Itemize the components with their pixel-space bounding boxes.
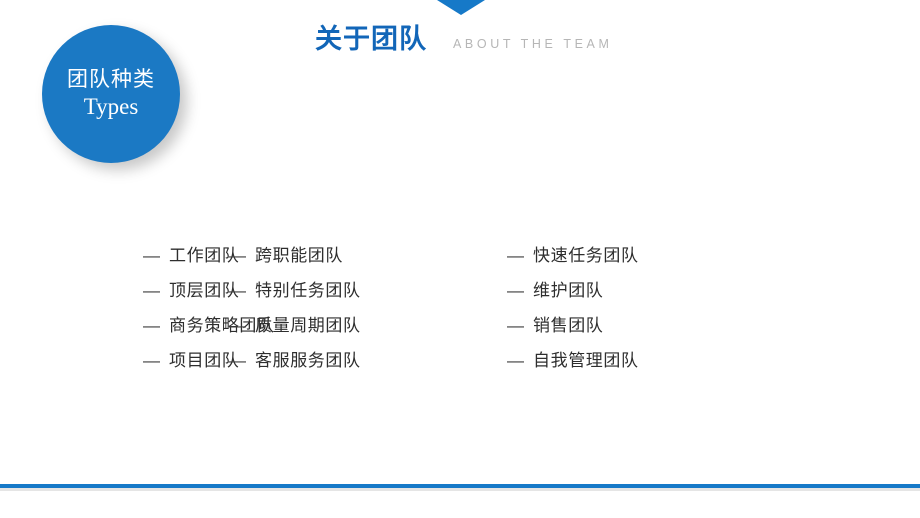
list-item: — 特别任务团队 (229, 273, 462, 308)
team-types-column-1: — 工作团队 — 顶层团队 — 商务策略团队 — 项目团队 (0, 238, 274, 378)
list-item: — 快速任务团队 (507, 238, 762, 273)
list-item-label: 快速任务团队 (533, 246, 639, 265)
list-item: — 商务策略团队 (143, 308, 274, 343)
list-item: — 跨职能团队 (229, 238, 462, 273)
list-item: — 项目团队 (143, 343, 239, 378)
list-item: — 工作团队 (143, 238, 239, 273)
list-item-label: 跨职能团队 (255, 246, 343, 265)
badge-label-english: Types (83, 94, 139, 120)
team-types-column-3: — 快速任务团队 — 维护团队 — 销售团队 — 自我管理团队 (462, 238, 762, 378)
list-item-label: 特别任务团队 (255, 281, 361, 300)
dash-icon: — (143, 351, 160, 370)
list-item: — 销售团队 (507, 308, 762, 343)
list-item-label: 销售团队 (533, 316, 604, 335)
dash-icon: — (229, 246, 246, 265)
bottom-accent-rule-shadow (0, 488, 920, 491)
dash-icon: — (229, 351, 246, 370)
dash-icon: — (143, 281, 160, 300)
page-title-chinese: 关于团队 (315, 24, 427, 54)
dash-icon: — (507, 246, 524, 265)
dash-icon: — (143, 316, 160, 335)
page-title-english: ABOUT THE TEAM (453, 37, 613, 51)
list-item-label: 维护团队 (533, 281, 604, 300)
dash-icon: — (229, 316, 246, 335)
list-item-label: 客服服务团队 (255, 351, 361, 370)
dash-icon: — (507, 281, 524, 300)
list-item-label: 质量周期团队 (255, 316, 361, 335)
list-item: — 顶层团队 (143, 273, 239, 308)
team-types-column-2: — 跨职能团队 — 特别任务团队 — 质量周期团队 — 客服服务团队 (216, 238, 462, 378)
list-item: — 维护团队 (507, 273, 762, 308)
dash-icon: — (507, 351, 524, 370)
dash-icon: — (143, 246, 160, 265)
dash-icon: — (229, 281, 246, 300)
badge-label-chinese: 团队种类 (67, 67, 155, 92)
types-circle-badge: 团队种类 Types (42, 25, 180, 163)
list-item: — 自我管理团队 (507, 343, 762, 378)
top-triangle-marker (437, 0, 485, 15)
page-title: 关于团队 ABOUT THE TEAM (315, 26, 612, 53)
list-item-label: 自我管理团队 (533, 351, 639, 370)
list-item: — 质量周期团队 (229, 308, 462, 343)
dash-icon: — (507, 316, 524, 335)
list-item: — 客服服务团队 (229, 343, 462, 378)
slide-canvas: 关于团队 ABOUT THE TEAM 团队种类 Types — 工作团队 — … (0, 0, 920, 518)
team-types-columns: — 工作团队 — 顶层团队 — 商务策略团队 — 项目团队 — 跨职能团队 — (0, 238, 920, 378)
